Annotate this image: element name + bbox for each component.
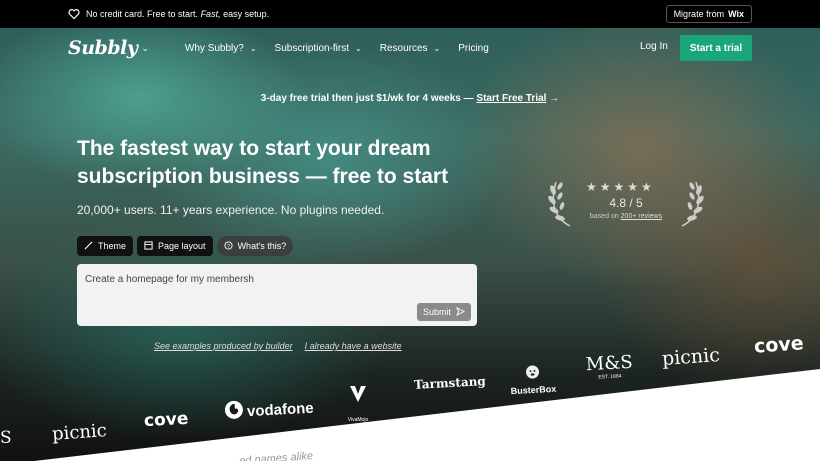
brand-logo-vodafone: vodafone: [223, 396, 314, 426]
announcement-bar: No credit card. Free to start. Fast, eas…: [0, 0, 820, 28]
brand-logo-ms-partial: S: [0, 428, 12, 448]
wix-brand: Wix: [728, 9, 744, 19]
announcement-suffix: easy setup.: [223, 9, 270, 19]
vodafone-mark-icon: [223, 399, 244, 425]
migrate-from-wix-button[interactable]: Migrate from Wix: [665, 5, 752, 23]
heart-tag-icon: [68, 8, 80, 20]
announcement-fast: Fast,: [200, 9, 221, 19]
vodafone-name: vodafone: [246, 399, 315, 421]
announcement-prefix: No credit card. Free to start.: [86, 9, 199, 19]
hero-section: Subbly ⌄ Why Subbly? ⌄ Subscription-firs…: [0, 28, 820, 461]
migrate-label: Migrate from: [673, 9, 725, 19]
content-panel-wedge: [0, 369, 820, 461]
brand-logo-picnic-2: picnic: [51, 420, 108, 445]
brand-logo-cove-2: cove: [143, 408, 189, 432]
